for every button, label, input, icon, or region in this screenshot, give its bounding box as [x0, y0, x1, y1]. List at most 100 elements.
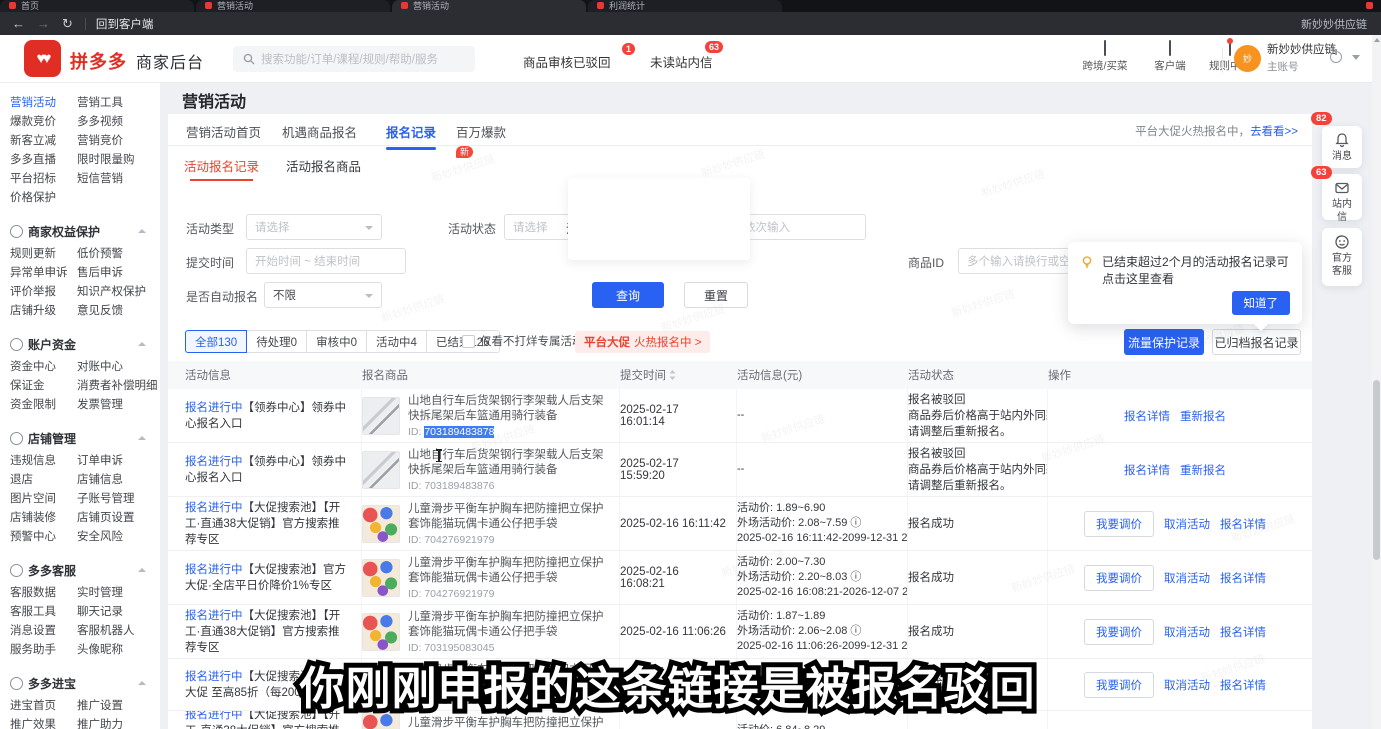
op-link[interactable]: 取消活动 — [1164, 624, 1210, 640]
sidebar-item[interactable]: 营销工具 — [77, 94, 123, 110]
scroll-up-arrow-icon[interactable] — [1374, 38, 1380, 42]
back-icon[interactable]: ← — [12, 12, 25, 35]
filter-chip[interactable]: 全部130 — [185, 330, 247, 353]
product-thumbnail[interactable] — [362, 505, 400, 543]
unread-mail-link[interactable]: 未读站内信 — [650, 52, 713, 71]
avatar[interactable]: 妙 — [1234, 45, 1261, 72]
op-link[interactable]: 重新报名 — [1180, 462, 1226, 478]
activity-type-select[interactable]: 请选择 — [246, 214, 382, 240]
tooltip-ok-button[interactable]: 知道了 — [1232, 291, 1291, 315]
float-mail[interactable]: 站内信 — [1322, 174, 1362, 220]
campaign-info[interactable]: 报名进行中【领券中心】领券中心报名入口 — [185, 454, 351, 486]
scrollbar-thumb[interactable] — [1373, 380, 1380, 560]
sidebar-item[interactable]: 订单申诉 — [77, 452, 123, 468]
sidebar-item[interactable]: 子账号管理 — [77, 490, 135, 506]
sidebar-item[interactable]: 客服工具 — [10, 603, 77, 619]
chevron-down-icon[interactable] — [1352, 55, 1360, 60]
product-title[interactable]: 儿童滑步平衡车护胸车把防撞把立保护套饰能猫玩偶卡通公仔把手袋 — [408, 610, 609, 640]
sidebar-item[interactable]: 新客立减 — [10, 132, 77, 148]
product-title[interactable]: 儿童滑步平衡车护胸车把防撞把立保护套饰能猫玩偶卡通公仔把手袋 — [408, 716, 609, 729]
op-link[interactable]: 报名详情 — [1220, 624, 1266, 640]
sidebar-item[interactable]: 价格保护 — [10, 189, 77, 205]
sidebar-item[interactable]: 店铺升级 — [10, 302, 77, 318]
tab-0[interactable]: 营销活动首页 — [186, 122, 261, 141]
header-quick-1[interactable]: 客户端 — [1144, 41, 1196, 73]
sidebar-item[interactable]: 限时限量购 — [77, 151, 135, 167]
forward-icon[interactable]: → — [37, 12, 50, 35]
hot-promo-pill[interactable]: 平台大促火热报名中 > — [575, 331, 710, 353]
browser-tab[interactable]: 营销活动 — [196, 0, 390, 12]
global-search-input[interactable]: 搜索功能/订单/课程/规则/帮助/服务 — [233, 46, 475, 72]
filter-chip[interactable]: 待处理0 — [247, 330, 307, 353]
sidebar-item[interactable]: 低价预警 — [77, 245, 123, 261]
campaign-info[interactable]: 报名进行中【大促搜索池】【开工·直通38大促销】官方搜索推荐专区 — [185, 608, 351, 656]
float-bell[interactable]: 消息 — [1322, 126, 1362, 168]
sidebar-item[interactable]: 客服数据 — [10, 584, 77, 600]
reload-icon[interactable]: ↻ — [62, 12, 73, 35]
op-link[interactable]: 取消活动 — [1164, 516, 1210, 532]
adjust-price-button[interactable]: 我要调价 — [1084, 565, 1154, 591]
campaign-info[interactable]: 报名进行中【大促搜索池】【开工·直通38大促销】官方搜索推荐专区 — [185, 500, 351, 548]
page-scrollbar[interactable] — [1372, 35, 1381, 729]
sidebar-item[interactable]: 平台招标 — [10, 170, 77, 186]
sidebar-item[interactable]: 安全风险 — [77, 528, 123, 544]
sidebar-item[interactable]: 营销活动 — [10, 94, 77, 110]
browser-tab[interactable]: 首页 — [0, 0, 194, 12]
sidebar-item[interactable]: 预警中心 — [10, 528, 77, 544]
browser-tab[interactable]: 利润统计 — [588, 0, 782, 12]
sidebar-item[interactable]: 规则更新 — [10, 245, 77, 261]
promo-banner-link[interactable]: 平台大促火热报名中，去看看>> — [1135, 123, 1298, 139]
op-link[interactable]: 报名详情 — [1220, 570, 1266, 586]
sidebar-item[interactable]: 保证金 — [10, 377, 77, 393]
filter-chip[interactable]: 活动中4 — [367, 330, 427, 353]
sidebar-item[interactable]: 爆款竞价 — [10, 113, 77, 129]
sidebar-item[interactable]: 评价举报 — [10, 283, 77, 299]
product-thumbnail[interactable] — [362, 613, 400, 651]
op-link[interactable]: 报名详情 — [1124, 462, 1170, 478]
submit-time-range-input[interactable]: 开始时间 ~ 结束时间 — [246, 248, 406, 274]
sidebar-item[interactable]: 多多直播 — [10, 151, 77, 167]
tab-2[interactable]: 报名记录 — [386, 122, 436, 141]
pinduoduo-logo-icon[interactable]: ♥♥ — [24, 40, 61, 77]
sidebar-item[interactable]: 实时管理 — [77, 584, 123, 600]
sidebar-item[interactable]: 异常单申诉 — [10, 264, 77, 280]
sidebar-group-header[interactable]: 店铺管理 — [10, 426, 160, 450]
tab-1[interactable]: 机遇商品报名 — [282, 122, 357, 141]
filter-chip[interactable]: 审核中0 — [307, 330, 367, 353]
browser-tab[interactable]: 营销活动 — [392, 0, 586, 12]
sidebar-item[interactable]: 图片空间 — [10, 490, 77, 506]
float-service-face[interactable]: 官方客服 — [1322, 228, 1362, 286]
sidebar-item[interactable]: 对账中心 — [77, 358, 123, 374]
subtab-0[interactable]: 活动报名记录 — [184, 156, 259, 175]
auto-enroll-select[interactable]: 不限 — [264, 282, 382, 308]
adjust-price-button[interactable]: 我要调价 — [1084, 619, 1154, 645]
product-thumbnail[interactable] — [362, 451, 400, 489]
sidebar-item[interactable]: 意见反馈 — [77, 302, 123, 318]
sidebar-item[interactable]: 资金限制 — [10, 396, 77, 412]
sidebar-item[interactable]: 售后申诉 — [77, 264, 123, 280]
sidebar-item[interactable]: 聊天记录 — [77, 603, 123, 619]
exclusive-activity-checkbox[interactable]: 仅看不打烊专属活动 — [462, 333, 584, 349]
subtab-1[interactable]: 活动报名商品 — [286, 156, 361, 175]
sidebar-item[interactable]: 营销竞价 — [77, 132, 123, 148]
sidebar-item[interactable]: 多多视频 — [77, 113, 123, 129]
adjust-price-button[interactable]: 我要调价 — [1084, 511, 1154, 537]
sidebar-item[interactable]: 客服机器人 — [77, 622, 135, 638]
sidebar-item[interactable]: 短信营销 — [77, 170, 123, 186]
sidebar-group-header[interactable]: 多多客服 — [10, 558, 160, 582]
campaign-info[interactable]: 报名进行中【领券中心】领券中心报名入口 — [185, 400, 351, 432]
sidebar-item[interactable]: 发票管理 — [77, 396, 123, 412]
tab-3[interactable]: 百万爆款 — [456, 122, 506, 141]
sidebar-item[interactable]: 店铺页设置 — [77, 509, 135, 525]
op-link[interactable]: 取消活动 — [1164, 570, 1210, 586]
product-thumbnail[interactable] — [362, 559, 400, 597]
header-quick-0[interactable]: 跨境/买菜 — [1079, 41, 1131, 73]
sidebar-item[interactable]: 退店 — [10, 471, 77, 487]
logout-icon[interactable] — [1330, 51, 1342, 63]
product-title[interactable]: 儿童滑步平衡车护胸车把防撞把立保护套饰能猫玩偶卡通公仔把手袋 — [408, 502, 609, 532]
sidebar-item[interactable]: 消费者补偿明细 — [77, 377, 158, 393]
sidebar-item[interactable]: 推广效果 — [10, 716, 77, 729]
sort-icon[interactable] — [669, 370, 676, 380]
sidebar-group-header[interactable]: 账户资金 — [10, 332, 160, 356]
sidebar-item[interactable]: 推广助力 — [77, 716, 123, 729]
